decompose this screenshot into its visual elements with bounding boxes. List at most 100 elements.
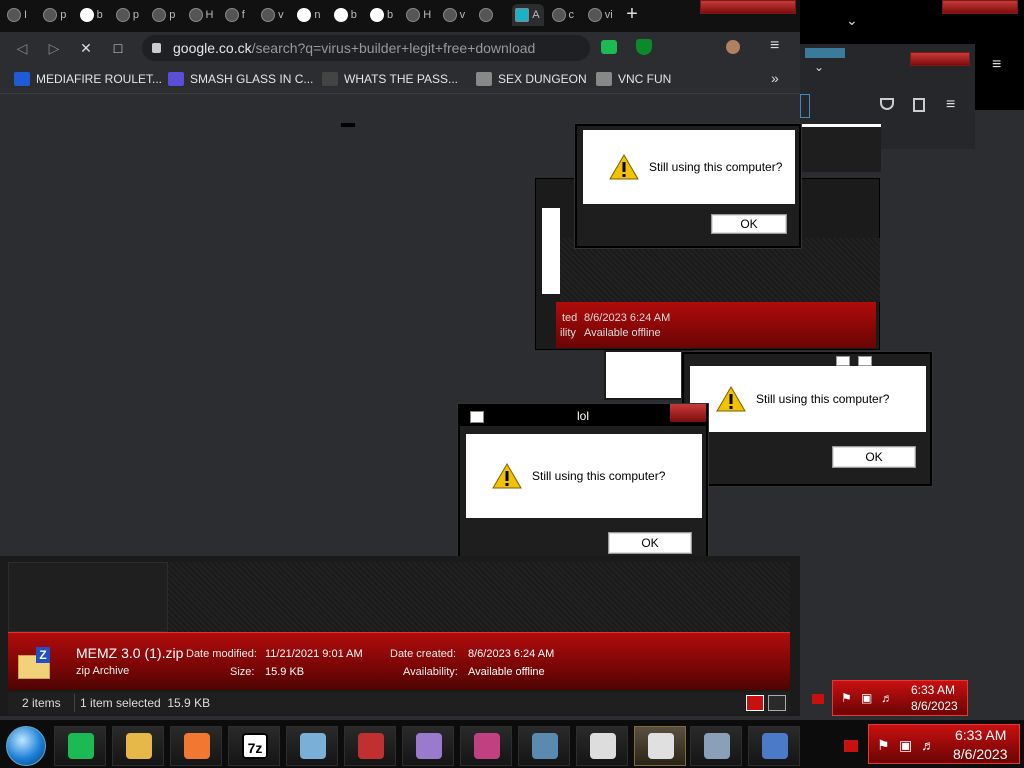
tab-title: p bbox=[169, 9, 176, 21]
calculator-icon bbox=[648, 733, 674, 759]
globe-icon bbox=[478, 8, 493, 22]
browser-tab[interactable]: b bbox=[77, 4, 109, 26]
globe-icon bbox=[587, 8, 602, 22]
network-icon[interactable]: ▣ bbox=[899, 737, 912, 754]
globe-icon bbox=[7, 8, 21, 22]
url-host: google.co.ck bbox=[173, 40, 252, 56]
action-center-icon[interactable] bbox=[812, 694, 824, 704]
clock-time[interactable]: 6:33 AM bbox=[955, 727, 1006, 743]
close-button[interactable] bbox=[670, 404, 706, 422]
bookmark-icon[interactable]: □ bbox=[110, 40, 126, 56]
browser-tab[interactable]: f bbox=[222, 4, 254, 26]
app-icon bbox=[470, 411, 484, 423]
browser-tab[interactable]: p bbox=[149, 4, 181, 26]
browser-tab[interactable]: v bbox=[258, 4, 290, 26]
availability-value: Available offline bbox=[468, 666, 545, 678]
bookmark-item[interactable]: SEX DUNGEON bbox=[476, 72, 587, 86]
browser-tab[interactable]: H bbox=[403, 4, 435, 26]
thumbnail-view-icon[interactable] bbox=[768, 695, 786, 711]
window-controls[interactable] bbox=[942, 0, 1018, 14]
browser-tab[interactable]: vi bbox=[585, 4, 617, 26]
taskbar-control-panel[interactable] bbox=[690, 726, 742, 766]
ok-button[interactable]: OK bbox=[608, 532, 692, 554]
ok-button[interactable]: OK bbox=[711, 214, 787, 234]
browser-tab[interactable]: c bbox=[549, 4, 581, 26]
details-view-icon[interactable] bbox=[746, 695, 764, 711]
browser-tab[interactable]: b bbox=[367, 4, 399, 26]
browser-tab[interactable]: b bbox=[331, 4, 363, 26]
chevron-down-icon[interactable]: ⌄ bbox=[814, 60, 824, 74]
shield-icon[interactable] bbox=[636, 39, 652, 55]
bookmark-label: SMASH GLASS IN C... bbox=[190, 72, 314, 86]
taskbar-display[interactable] bbox=[460, 726, 512, 766]
clock-date[interactable]: 8/6/2023 bbox=[953, 746, 1008, 762]
extension-icon[interactable] bbox=[601, 40, 617, 54]
start-button[interactable] bbox=[6, 726, 46, 766]
tab-title: A bbox=[532, 9, 540, 21]
smash-icon bbox=[168, 72, 184, 86]
more-bookmarks-button[interactable]: » bbox=[771, 70, 779, 86]
menu-icon[interactable]: ≡ bbox=[992, 56, 1001, 74]
browser-window-controls[interactable] bbox=[700, 0, 796, 14]
browser-tab[interactable]: v bbox=[440, 4, 472, 26]
taskbar-spotify[interactable] bbox=[54, 726, 106, 766]
size-label: Size: bbox=[230, 666, 255, 678]
extensions-icon[interactable] bbox=[913, 98, 925, 112]
action-center-icon[interactable] bbox=[844, 740, 858, 752]
taskbar-terminal[interactable] bbox=[576, 726, 628, 766]
flag-icon[interactable]: ⚑ bbox=[841, 691, 852, 705]
address-bar[interactable]: google.co.ck/search?q=virus+builder+legi… bbox=[142, 35, 590, 61]
clock-date[interactable]: 8/6/2023 bbox=[911, 699, 958, 713]
taskbar-7zip[interactable]: 7z bbox=[228, 726, 280, 766]
menu-icon[interactable]: ≡ bbox=[770, 37, 779, 55]
tab-title: b bbox=[387, 9, 394, 21]
profile-avatar[interactable] bbox=[726, 40, 740, 54]
taskbar-wordpad[interactable] bbox=[748, 726, 800, 766]
clock-time[interactable]: 6:33 AM bbox=[911, 683, 955, 697]
globe-icon bbox=[261, 8, 276, 22]
taskbar-file-explorer[interactable] bbox=[112, 726, 164, 766]
back-icon[interactable]: ◁ bbox=[14, 40, 30, 56]
ok-button[interactable]: OK bbox=[832, 446, 916, 468]
network-icon[interactable]: ▣ bbox=[861, 691, 872, 705]
taskbar-notepad[interactable] bbox=[286, 726, 338, 766]
tab-title: I bbox=[24, 9, 28, 21]
browser-tab[interactable]: A bbox=[512, 4, 545, 26]
size-value: 15.9 KB bbox=[265, 666, 305, 678]
browser-tab[interactable] bbox=[476, 4, 508, 26]
new-tab-button[interactable]: + bbox=[622, 4, 642, 25]
bookmark-label: WHATS THE PASS... bbox=[344, 72, 459, 86]
wordpad-icon bbox=[762, 733, 788, 759]
browser-tab[interactable]: p bbox=[40, 4, 72, 26]
flag-icon[interactable]: ⚑ bbox=[877, 737, 890, 754]
bookmark-item[interactable]: SMASH GLASS IN C... bbox=[168, 72, 313, 86]
browser-tab[interactable]: I bbox=[4, 4, 36, 26]
ghost-availability-label: ility bbox=[560, 327, 576, 339]
taskbar-paint[interactable] bbox=[402, 726, 454, 766]
browser-tab[interactable]: p bbox=[113, 4, 145, 26]
availability-label: Availability: bbox=[403, 666, 458, 678]
forward-icon[interactable]: ▷ bbox=[46, 40, 62, 56]
taskbar-calculator[interactable] bbox=[634, 726, 686, 766]
bookmark-item[interactable]: WHATS THE PASS... bbox=[322, 72, 458, 86]
hamburger-icon[interactable]: ≡ bbox=[946, 96, 955, 114]
taskbar-network[interactable] bbox=[518, 726, 570, 766]
firefox-warning-icon bbox=[184, 733, 210, 759]
bookmark-item[interactable]: VNC FUN bbox=[596, 72, 671, 86]
diamond-icon bbox=[515, 8, 530, 22]
window-controls[interactable] bbox=[910, 52, 970, 66]
browser-tab[interactable]: n bbox=[294, 4, 326, 26]
date-modified-value: 11/21/2021 9:01 AM bbox=[265, 648, 363, 660]
volume-icon[interactable]: ♬ bbox=[881, 691, 893, 705]
stop-icon[interactable]: ✕ bbox=[78, 40, 94, 56]
dialog-message: Still using this computer? bbox=[756, 392, 890, 406]
tab-title: v bbox=[278, 9, 284, 21]
divider bbox=[74, 694, 75, 712]
volume-icon[interactable]: ♬ bbox=[921, 737, 935, 753]
chevron-down-icon[interactable]: ⌄ bbox=[846, 12, 858, 29]
bookmark-item[interactable]: MEDIAFIRE ROULET... bbox=[14, 72, 162, 86]
taskbar-santa[interactable] bbox=[344, 726, 396, 766]
taskbar-firefox-warning[interactable] bbox=[170, 726, 222, 766]
tab-title: f bbox=[241, 9, 245, 21]
browser-tab[interactable]: H bbox=[186, 4, 218, 26]
